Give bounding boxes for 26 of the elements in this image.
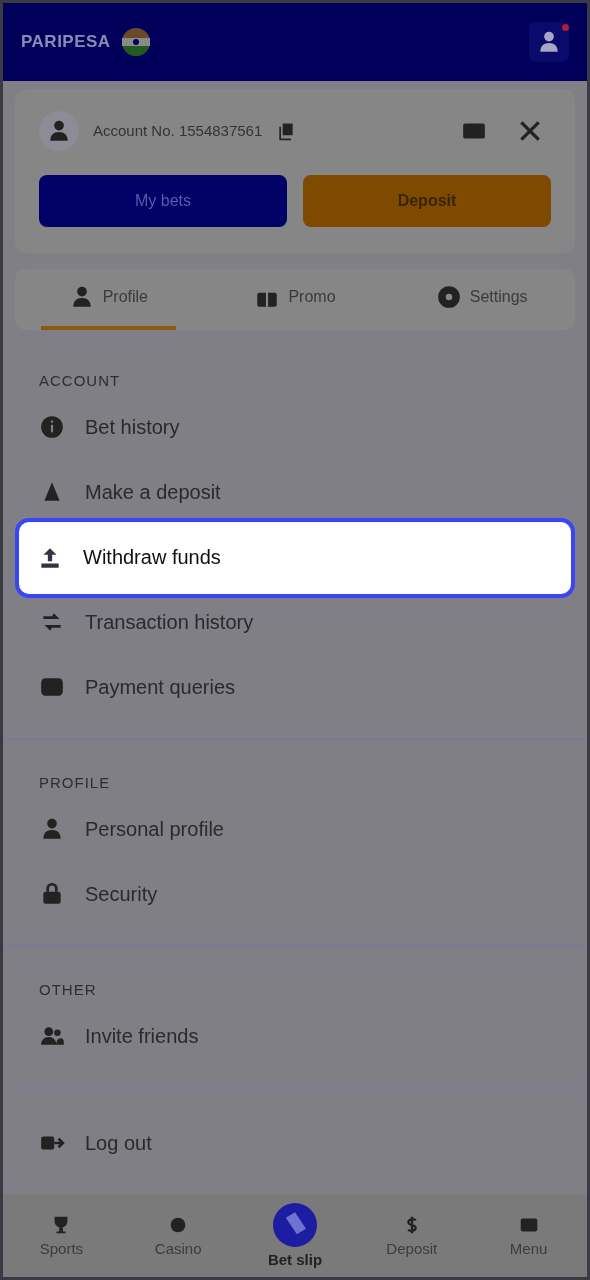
list-option[interactable]: Security xyxy=(3,861,587,927)
nav-item[interactable]: Sports xyxy=(3,1212,120,1258)
tab[interactable]: Promo xyxy=(227,268,363,330)
list-option[interactable]: Withdraw funds xyxy=(15,517,575,598)
nav-item[interactable]: Menu xyxy=(470,1212,587,1258)
deposit-button[interactable]: Deposit xyxy=(303,174,551,227)
nav-item[interactable]: Bet slip xyxy=(236,1201,354,1269)
account-number: Account No. 1554837561 xyxy=(93,122,263,140)
section-title: OTHER xyxy=(38,979,98,1000)
tab[interactable]: Profile xyxy=(41,268,176,330)
tab[interactable]: Settings xyxy=(414,268,549,330)
user-button[interactable] xyxy=(529,21,569,62)
section-title: ACCOUNT xyxy=(38,370,122,391)
list-option[interactable]: Log out xyxy=(3,1110,587,1176)
flag-icon xyxy=(120,26,151,57)
list-option[interactable]: Invite friends xyxy=(3,1003,587,1069)
section-title: PROFILE xyxy=(38,772,112,793)
list-option[interactable]: Bet history xyxy=(3,394,587,460)
nav-item[interactable]: Deposit xyxy=(353,1212,471,1258)
nav-item[interactable]: Casino xyxy=(119,1212,237,1258)
logo: PARIPESA xyxy=(21,31,111,52)
list-option[interactable]: Payment queries xyxy=(3,654,587,720)
ticket-icon xyxy=(273,1202,317,1247)
list-option[interactable]: Personal profile xyxy=(3,796,587,862)
info-icon xyxy=(39,414,65,440)
bets-button[interactable]: My bets xyxy=(39,174,287,227)
